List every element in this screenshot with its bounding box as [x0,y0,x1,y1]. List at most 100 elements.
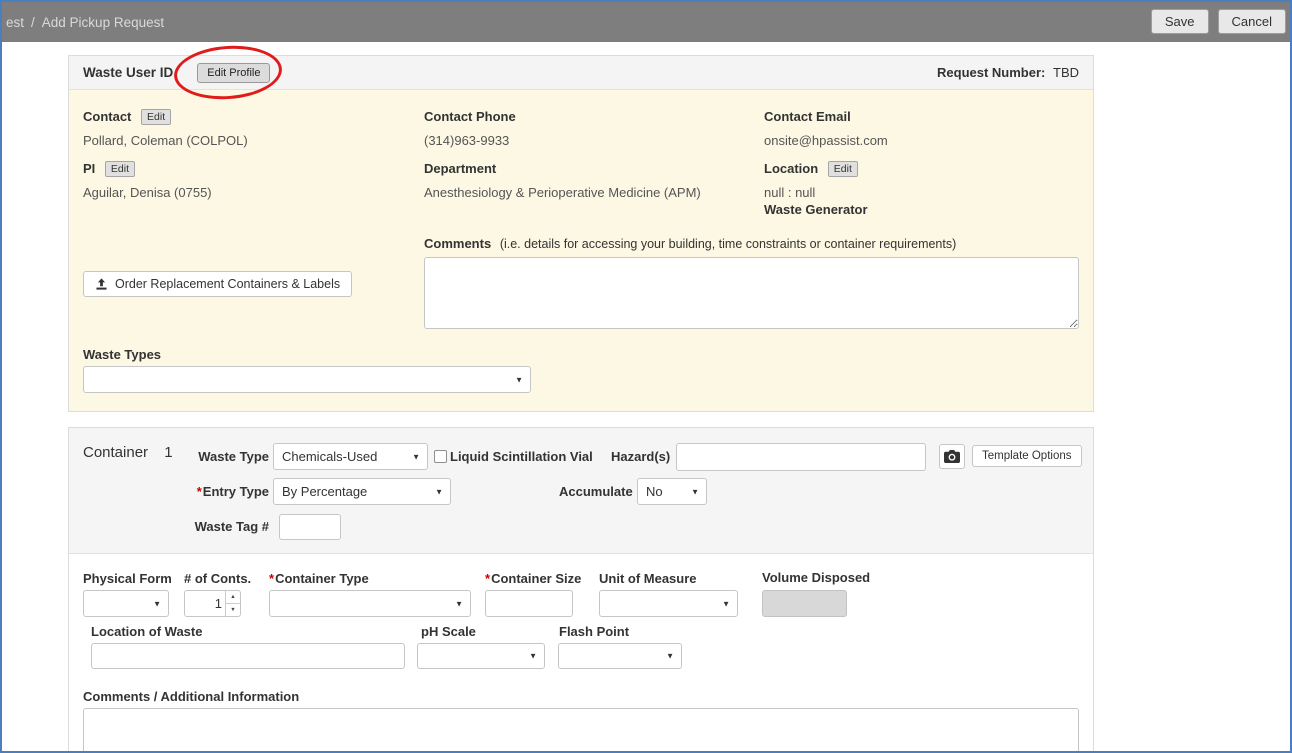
pi-value: Aguilar, Denisa (0755) [83,185,212,200]
flash-point-select[interactable]: ▼ [558,643,682,669]
physical-form-select[interactable]: ▼ [83,590,169,617]
breadcrumb-parent[interactable]: est [6,15,24,30]
page-title: Add Pickup Request [42,15,164,30]
required-asterisk: * [485,571,490,586]
order-replacement-label: Order Replacement Containers & Labels [115,277,340,291]
hazards-input[interactable] [676,443,926,471]
entry-type-select[interactable]: By Percentage ▼ [273,478,451,505]
order-replacement-button[interactable]: Order Replacement Containers & Labels [83,271,352,297]
edit-location-button[interactable]: Edit [828,161,858,177]
location-value: null : null [764,185,815,200]
spinner-down-icon[interactable]: ▼ [226,604,240,616]
spinner-up-icon[interactable]: ▲ [226,591,240,604]
chevron-down-icon: ▼ [722,599,730,608]
container-size-input[interactable] [485,590,573,617]
container-type-label-text: Container Type [275,571,369,586]
chevron-down-icon: ▼ [412,452,420,461]
accumulate-select[interactable]: No ▼ [637,478,707,505]
location-label: Location Edit [764,161,858,177]
container-title: Container 1 [83,444,173,461]
contact-value: Pollard, Coleman (COLPOL) [83,133,248,148]
container-panel-header: Container 1 Waste Type Chemicals-Used ▼ … [69,428,1093,554]
num-conts-stepper: ▲ ▼ [184,590,241,617]
waste-user-id-label: Waste User ID [83,65,173,80]
container-panel-body: Physical Form # of Conts. *Container Typ… [69,554,1093,753]
volume-disposed-label: Volume Disposed [762,570,870,585]
container-title-text: Container [83,444,148,461]
comments-label-text: Comments [424,236,491,251]
comments-hint: (i.e. details for accessing your buildin… [500,237,956,251]
waste-type-select[interactable]: Chemicals-Used ▼ [273,443,428,470]
waste-user-panel: Waste User ID Edit Profile Request Numbe… [68,55,1094,412]
chevron-down-icon: ▼ [666,651,674,660]
save-button[interactable]: Save [1151,9,1209,34]
camera-icon [944,450,960,463]
physical-form-label: Physical Form [83,571,172,586]
accumulate-label: Accumulate [559,484,633,499]
chevron-down-icon: ▼ [455,599,463,608]
entry-type-value: By Percentage [282,484,367,499]
cancel-button[interactable]: Cancel [1218,9,1286,34]
contact-email-label: Contact Email [764,109,851,124]
contact-phone-value: (314)963-9933 [424,133,509,148]
waste-tag-input[interactable] [279,514,341,540]
chevron-down-icon: ▼ [691,487,699,496]
camera-button[interactable] [939,444,965,469]
topbar-actions: Save Cancel [1151,9,1286,34]
container-type-select[interactable]: ▼ [269,590,471,617]
ph-scale-select[interactable]: ▼ [417,643,545,669]
comments-textarea[interactable] [424,257,1079,329]
edit-pi-button[interactable]: Edit [105,161,135,177]
flash-point-label: Flash Point [559,624,629,639]
chevron-down-icon: ▼ [153,599,161,608]
num-conts-label: # of Conts. [184,571,251,586]
num-conts-spinner[interactable]: ▲ ▼ [225,591,240,616]
contact-email-value: onsite@hpassist.com [764,133,888,148]
breadcrumb-separator: / [31,15,35,30]
container-size-label-text: Container Size [491,571,581,586]
unit-of-measure-select[interactable]: ▼ [599,590,738,617]
contact-phone-label: Contact Phone [424,109,516,124]
location-of-waste-label: Location of Waste [91,624,202,639]
waste-generator-label: Waste Generator [764,202,868,217]
unit-of-measure-label: Unit of Measure [599,571,697,586]
container-comments-label: Comments / Additional Information [83,689,299,704]
ph-scale-label: pH Scale [421,624,476,639]
chevron-down-icon: ▼ [435,487,443,496]
container-size-label: *Container Size [485,571,581,586]
waste-type-value: Chemicals-Used [282,449,377,464]
top-bar: est / Add Pickup Request Save Cancel [2,2,1290,42]
upload-icon [95,278,108,291]
request-number: Request Number: TBD [937,65,1079,80]
template-options-button[interactable]: Template Options [972,445,1082,467]
liquid-scintillation-vial-checkbox[interactable] [434,450,447,463]
location-of-waste-input[interactable] [91,643,405,669]
accumulate-value: No [646,484,663,499]
required-asterisk: * [269,571,274,586]
container-type-label: *Container Type [269,571,369,586]
chevron-down-icon: ▼ [515,375,523,384]
container-number: 1 [164,444,172,461]
chevron-down-icon: ▼ [529,651,537,660]
liquid-scintillation-vial-label: Liquid Scintillation Vial [450,449,593,464]
waste-types-select[interactable]: ▼ [83,366,531,393]
waste-types-label: Waste Types [83,347,161,362]
container-panel: Container 1 Waste Type Chemicals-Used ▼ … [68,427,1094,753]
entry-type-label-text: Entry Type [203,484,269,499]
pi-label-text: PI [83,161,95,176]
contact-label: Contact Edit [83,109,171,125]
location-label-text: Location [764,161,818,176]
waste-user-panel-header: Waste User ID Edit Profile Request Numbe… [69,56,1093,90]
edit-contact-button[interactable]: Edit [141,109,171,125]
comments-label: Comments (i.e. details for accessing you… [424,236,956,251]
request-number-label: Request Number: [937,65,1045,80]
waste-user-panel-body: Contact Edit Pollard, Coleman (COLPOL) P… [69,90,1093,411]
container-comments-textarea[interactable] [83,708,1079,753]
department-value: Anesthesiology & Perioperative Medicine … [424,185,701,200]
edit-profile-button[interactable]: Edit Profile [197,63,270,83]
waste-tag-label: Waste Tag # [169,519,269,534]
contact-label-text: Contact [83,109,131,124]
add-pickup-request-page: est / Add Pickup Request Save Cancel Was… [0,0,1292,753]
entry-type-label: *Entry Type [169,484,269,499]
required-asterisk: * [197,484,202,499]
